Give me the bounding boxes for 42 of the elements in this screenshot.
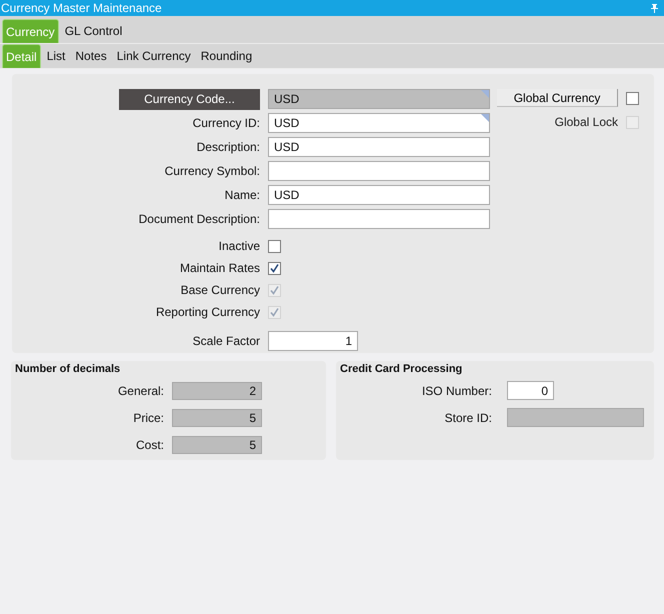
- number-field[interactable]: 1: [268, 331, 358, 351]
- input-field[interactable]: USD: [268, 137, 490, 157]
- input-field[interactable]: USD: [268, 185, 490, 205]
- lookup-button[interactable]: Currency Code...: [119, 88, 260, 110]
- field-label: Scale Factor: [192, 334, 260, 348]
- input-field[interactable]: USD: [268, 113, 490, 133]
- panel-title: Credit Card Processing: [340, 363, 464, 375]
- input-field[interactable]: [268, 161, 490, 181]
- checkbox[interactable]: [268, 240, 281, 252]
- field-label: Currency Symbol:: [164, 164, 260, 178]
- field-label: Price:: [132, 410, 164, 424]
- input-field[interactable]: [507, 408, 644, 427]
- checkbox-label: Reporting Currency: [156, 305, 260, 319]
- input-field[interactable]: 5: [172, 436, 262, 454]
- field-label: Store ID:: [444, 410, 492, 424]
- global-currency-button[interactable]: Global Currency: [497, 89, 618, 107]
- checkbox-label: Global Lock: [554, 115, 618, 129]
- tab[interactable]: GL Control: [60, 19, 126, 43]
- field-label: General:: [116, 384, 164, 398]
- tab[interactable]: Rounding: [196, 44, 256, 68]
- field-label: Name:: [224, 188, 260, 202]
- checkbox-label: Maintain Rates: [180, 261, 260, 275]
- checkbox[interactable]: [626, 92, 639, 104]
- input-field[interactable]: 0: [507, 381, 554, 400]
- field-label: Description:: [196, 140, 260, 154]
- checkbox-label: Base Currency: [180, 283, 260, 297]
- window-title: Currency Master Maintenance: [1, 1, 162, 15]
- code-field[interactable]: USD: [268, 89, 490, 109]
- input-field[interactable]: 2: [172, 382, 262, 400]
- checkbox-label: Inactive: [218, 239, 260, 253]
- tab[interactable]: Notes: [71, 44, 111, 68]
- panel-title: Number of decimals: [15, 363, 122, 375]
- field-label: Cost:: [134, 438, 164, 452]
- tab[interactable]: Link Currency: [112, 44, 195, 68]
- field-label: Document Description:: [138, 212, 260, 226]
- tab[interactable]: List: [42, 44, 70, 68]
- checkbox[interactable]: [268, 262, 281, 274]
- input-field[interactable]: 5: [172, 408, 262, 426]
- field-label: ISO Number:: [420, 384, 492, 398]
- field-label: Currency ID:: [192, 116, 260, 130]
- pin-icon[interactable]: [651, 4, 658, 12]
- input-field[interactable]: [268, 209, 490, 229]
